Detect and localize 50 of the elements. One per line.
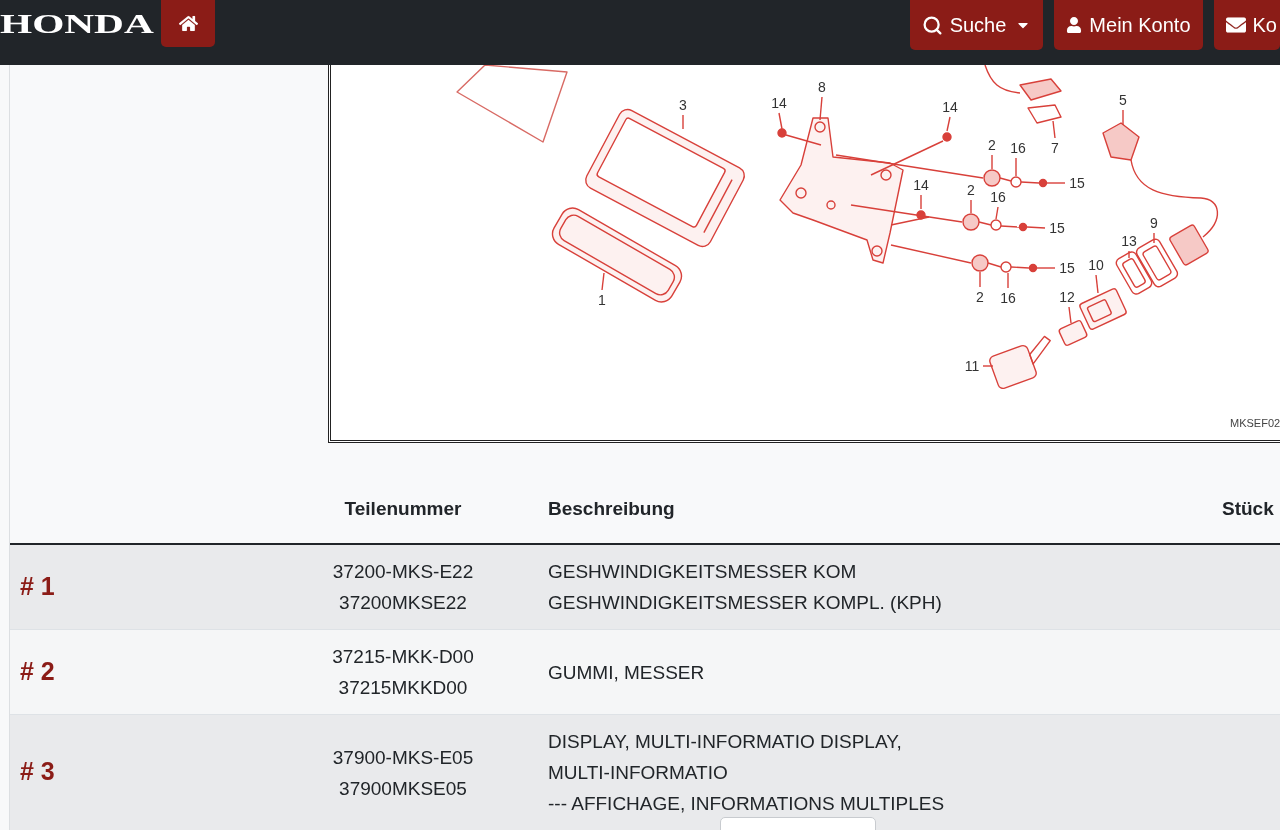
row-number: # 1: [20, 571, 55, 600]
callout-number: 11: [964, 359, 980, 373]
search-button[interactable]: Suche: [909, 0, 1044, 50]
part-description: DISPLAY, MULTI-INFORMATIO DISPLAY,: [548, 730, 902, 754]
callout-number: 2: [976, 290, 984, 304]
logo[interactable]: HONDA: [0, 10, 154, 38]
home-button[interactable]: [161, 0, 215, 47]
callout-number: 2: [988, 138, 996, 152]
column-header: Teilenummer: [344, 496, 462, 521]
callout-number: 12: [1059, 290, 1075, 304]
row-number: # 2: [20, 656, 55, 685]
callout-number: 7: [1051, 141, 1059, 155]
search-icon: [921, 14, 943, 36]
home-icon: [178, 14, 198, 33]
callout-number: 14: [942, 100, 958, 114]
part-description: --- AFFICHAGE, INFORMATIONS MULTIPLES: [548, 792, 945, 816]
part-number: 37900MKSE05: [339, 776, 467, 801]
part-description: MULTI-INFORMATIO: [548, 761, 728, 785]
callout-number: 2: [967, 183, 975, 197]
callout-number: 9: [1150, 216, 1158, 230]
callout-number: 10: [1088, 258, 1104, 272]
callout-number: 14: [771, 96, 787, 110]
callout-number: 16: [1010, 141, 1026, 155]
column-header: Stück: [1222, 497, 1274, 519]
user-icon: [1066, 17, 1083, 33]
callout-number: 15: [1049, 221, 1065, 235]
part-number: 37215-MKK-D00: [332, 645, 474, 669]
part-number: 37900-MKS-E05: [332, 745, 474, 770]
part-description: GESHWINDIGKEITSMESSER KOM: [548, 560, 857, 584]
part-description: GESHWINDIGKEITSMESSER KOMPL. (KPH): [548, 591, 942, 615]
column-header: Beschreibung: [548, 497, 675, 519]
account-button[interactable]: Mein Konto: [1054, 0, 1203, 50]
row-number: # 3: [20, 757, 55, 785]
callout-number: 3: [679, 98, 687, 112]
contact-button[interactable]: Ko: [1213, 0, 1280, 50]
callout-number: 16: [1000, 291, 1016, 305]
callout-number: 16: [990, 190, 1006, 204]
part-number: 37215MKKD00: [338, 676, 468, 700]
envelope-icon: [1225, 15, 1246, 35]
part-description: GUMMI, MESSER: [548, 660, 705, 685]
part-number: 37200-MKS-E22: [332, 560, 474, 584]
callout-number: 15: [1059, 261, 1075, 275]
callout-number: 14: [913, 178, 929, 192]
part-number: 37200MKSE22: [339, 591, 467, 615]
callout-number: 13: [1121, 234, 1137, 248]
callout-number: 1: [598, 293, 606, 307]
callout-number: 5: [1119, 93, 1127, 107]
diagram-code: MKSEF02: [1230, 418, 1280, 429]
callout-number: 15: [1069, 176, 1085, 190]
callout-number: 8: [818, 80, 826, 94]
